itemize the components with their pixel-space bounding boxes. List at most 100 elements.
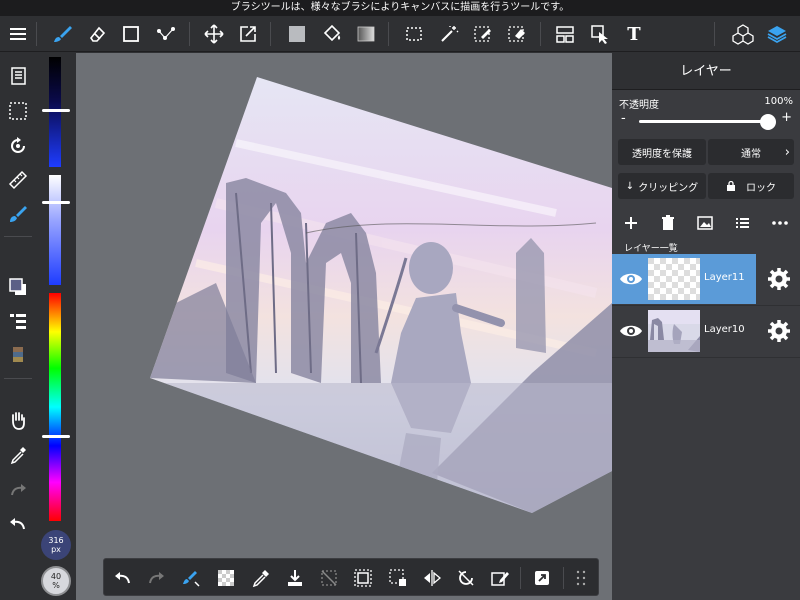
gradient-tool-icon[interactable] [351, 19, 381, 49]
undo-icon[interactable] [108, 563, 138, 593]
layer-thumbnail [648, 310, 700, 352]
main-toolbar: T [0, 16, 800, 52]
saturation-slider[interactable] [49, 175, 61, 285]
transparent-icon[interactable] [211, 563, 241, 593]
ruler-icon[interactable] [3, 165, 33, 195]
fill-color-icon[interactable] [282, 19, 312, 49]
brush-opacity-badge[interactable]: 40 % [41, 566, 71, 596]
hue-knob[interactable] [42, 435, 70, 438]
eraser-tool-icon[interactable] [82, 19, 112, 49]
layer-name: Layer11 [704, 272, 745, 283]
opacity-value: 100% [764, 96, 793, 107]
texture-icon[interactable] [3, 340, 33, 370]
selection-transform-icon[interactable] [383, 563, 413, 593]
gear-icon[interactable] [767, 267, 791, 291]
layer-tools [612, 208, 800, 238]
layer-panel-icon[interactable] [762, 19, 792, 49]
brush-opacity-value: 40 [50, 572, 62, 581]
saturation-knob[interactable] [42, 201, 70, 204]
layer-row[interactable]: Layer11 [612, 254, 800, 304]
flip-icon[interactable] [417, 563, 447, 593]
magic-wand-icon[interactable] [434, 19, 464, 49]
layer-row[interactable]: Layer10 [612, 306, 800, 356]
opacity-label: 不透明度 [619, 100, 659, 111]
redo-icon[interactable] [3, 475, 33, 505]
layer-thumbnail [648, 258, 700, 300]
grid-icon[interactable] [566, 563, 596, 593]
canvas-area[interactable] [76, 53, 612, 600]
brush-color-icon[interactable] [3, 199, 33, 229]
layers-list-icon[interactable] [3, 61, 33, 91]
color-swatch-icon[interactable] [3, 272, 33, 302]
clipping-icon: ↓ [625, 180, 635, 192]
brush-settings-icon[interactable] [176, 563, 206, 593]
move-tool-icon[interactable] [199, 19, 229, 49]
rotate-icon[interactable] [451, 563, 481, 593]
clipping-label: クリッピング [638, 182, 699, 194]
protect-alpha-button[interactable]: 透明度を保護 [618, 139, 706, 165]
clear-icon[interactable] [314, 563, 344, 593]
selection-icon[interactable] [3, 96, 33, 126]
blend-mode-label: 通常 [741, 148, 761, 160]
layer-panel: レイヤー 不透明度 100% - + 透明度を保護 通常 › ↓ クリッピング … [612, 53, 800, 600]
menu-icon[interactable] [3, 19, 33, 49]
text-tool-icon[interactable]: T [619, 19, 649, 49]
eyedropper-icon[interactable] [246, 563, 276, 593]
hue-slider[interactable] [49, 293, 61, 521]
redo-icon[interactable] [141, 563, 171, 593]
eye-icon[interactable] [618, 267, 644, 291]
hand-icon[interactable] [3, 405, 33, 435]
clipping-button[interactable]: ↓ クリッピング [618, 173, 706, 199]
select-all-icon[interactable] [348, 563, 378, 593]
bottom-toolbar [103, 558, 599, 596]
brush-opacity-unit: % [52, 581, 60, 590]
select-eraser-icon[interactable] [502, 19, 532, 49]
artwork-canvas[interactable] [76, 53, 612, 600]
material-icon[interactable] [728, 19, 758, 49]
lock-button[interactable]: ロック [708, 173, 794, 199]
brush-size-unit: px [51, 545, 61, 554]
transform-tool-icon[interactable] [233, 19, 263, 49]
layer-list-icon[interactable] [729, 210, 755, 236]
expand-icon[interactable] [527, 563, 557, 593]
left-sidebar [0, 53, 36, 600]
delete-layer-icon[interactable] [655, 210, 681, 236]
import-icon[interactable] [280, 563, 310, 593]
operation-icon[interactable] [585, 19, 615, 49]
opacity-plus-button[interactable]: + [781, 110, 792, 125]
layer-name: Layer10 [704, 324, 745, 335]
edit-tool-icon[interactable] [151, 19, 181, 49]
eyedropper-icon[interactable] [3, 440, 33, 470]
more-icon[interactable] [767, 210, 793, 236]
gear-icon[interactable] [767, 319, 791, 343]
select-rect-icon[interactable] [399, 19, 429, 49]
lock-label: ロック [746, 182, 776, 194]
layer-menu-icon[interactable] [3, 306, 33, 336]
lock-icon [727, 181, 735, 191]
blend-mode-button[interactable]: 通常 › [708, 139, 794, 165]
opacity-minus-button[interactable]: - [621, 111, 626, 126]
panel-icon[interactable] [550, 19, 580, 49]
brush-size-value: 316 [48, 536, 64, 545]
panel-title: レイヤー [612, 53, 800, 90]
brush-size-badge[interactable]: 316 px [41, 530, 71, 560]
rotate-icon[interactable] [3, 131, 33, 161]
layer-image-icon[interactable] [692, 210, 718, 236]
opacity-row: 不透明度 100% - + [612, 90, 800, 134]
opacity-slider[interactable] [639, 120, 769, 123]
brightness-knob[interactable] [42, 109, 70, 112]
brush-slider-column: 316 px 40 % [36, 53, 76, 600]
opacity-slider-thumb[interactable] [760, 114, 776, 130]
add-layer-icon[interactable] [618, 210, 644, 236]
shape-tool-icon[interactable] [116, 19, 146, 49]
select-pen-icon[interactable] [468, 19, 498, 49]
brush-tool-icon[interactable] [47, 19, 77, 49]
layer-list-label: レイヤー一覧 [624, 244, 678, 254]
tool-tooltip: ブラシツールは、様々なブラシによりキャンバスに描画を行うツールです。 [0, 0, 800, 16]
edit-icon[interactable] [485, 563, 515, 593]
bucket-tool-icon[interactable] [317, 19, 347, 49]
brightness-slider[interactable] [49, 57, 61, 167]
chevron-right-icon: › [784, 144, 790, 160]
undo-icon[interactable] [3, 509, 33, 539]
eye-icon[interactable] [618, 319, 644, 343]
